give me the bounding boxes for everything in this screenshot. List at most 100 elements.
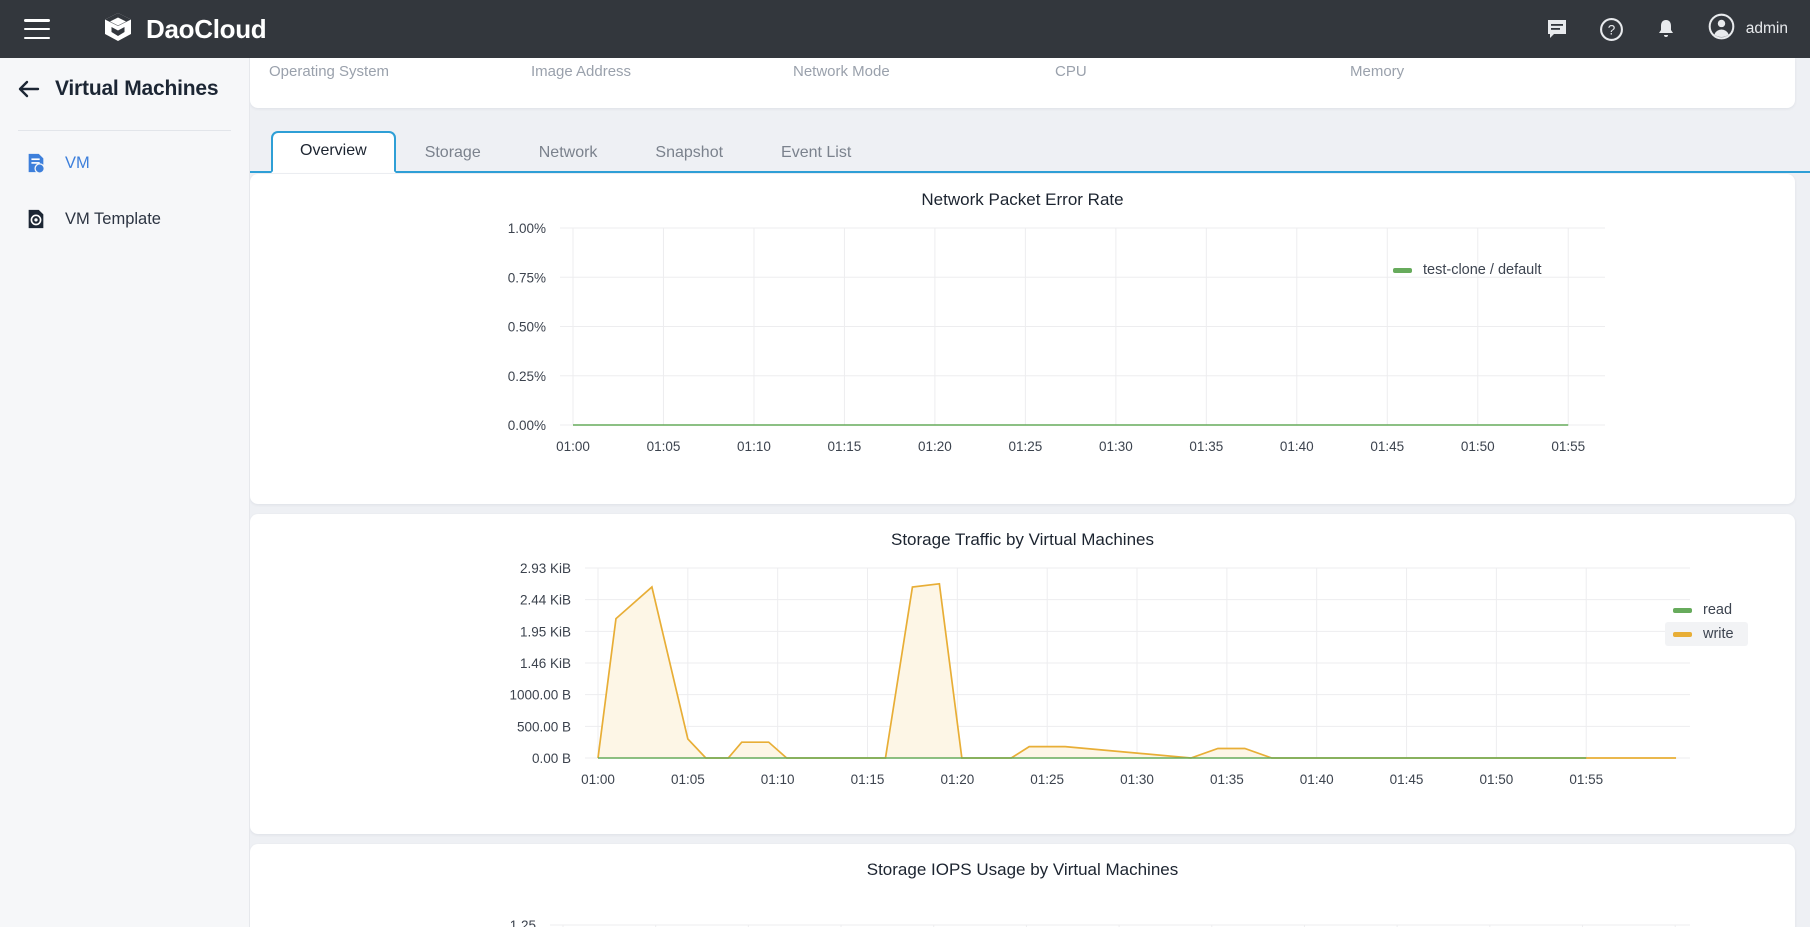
svg-text:01:25: 01:25 [1030,772,1064,787]
svg-text:2.93 KiB: 2.93 KiB [520,561,571,576]
svg-text:500.00 B: 500.00 B [517,719,571,734]
svg-text:01:35: 01:35 [1189,439,1223,454]
legend-item-write[interactable]: write [1665,622,1748,646]
svg-text:01:45: 01:45 [1370,439,1404,454]
svg-text:0.00 B: 0.00 B [532,751,571,766]
svg-text:01:50: 01:50 [1479,772,1513,787]
hamburger-icon[interactable] [24,19,50,39]
svg-text:01:10: 01:10 [761,772,795,787]
svg-text:0.75%: 0.75% [508,270,546,285]
svg-text:1000.00 B: 1000.00 B [509,688,571,703]
svg-text:?: ? [1608,22,1616,37]
vm-info-card: Operating System Image Address Network M… [250,58,1795,108]
user-menu[interactable]: admin [1708,13,1788,45]
hamburger-bar [24,37,50,40]
svg-text:01:35: 01:35 [1210,772,1244,787]
svg-text:1.95 KiB: 1.95 KiB [520,624,571,639]
legend-swatch-icon [1393,268,1412,273]
info-label-cpu: CPU [1055,63,1350,80]
sidebar-item-label: VM Template [65,210,161,229]
info-label-memory: Memory [1350,63,1404,80]
svg-text:01:50: 01:50 [1461,439,1495,454]
top-bar: DaoCloud ? [0,0,1810,58]
legend-label: write [1703,626,1734,642]
legend-label: read [1703,602,1732,618]
info-label-operating-system: Operating System [269,63,531,80]
svg-text:1.00%: 1.00% [508,221,546,236]
brand-logo[interactable]: DaoCloud [101,10,266,49]
tabs-container: Overview Storage Network Snapshot Event … [250,129,1810,174]
tab-storage[interactable]: Storage [396,133,510,173]
sidebar-divider [18,130,231,131]
svg-text:2.44 KiB: 2.44 KiB [520,593,571,608]
info-label-image-address: Image Address [531,63,793,80]
info-label-network-mode: Network Mode [793,63,1055,80]
sidebar-item-vm-template[interactable]: VM Template [10,195,239,243]
tab-list: Overview Storage Network Snapshot Event … [250,129,1810,173]
chart-legend: test-clone / default [1385,258,1556,282]
svg-text:1.46 KiB: 1.46 KiB [520,656,571,671]
vm-template-icon [24,207,48,231]
vm-info-columns: Operating System Image Address Network M… [250,58,1795,80]
vm-icon [24,151,48,175]
legend-swatch-icon [1673,608,1692,613]
svg-text:01:55: 01:55 [1569,772,1603,787]
legend-item-test-clone[interactable]: test-clone / default [1385,258,1556,282]
hamburger-bar [24,28,50,31]
legend-swatch-icon [1673,632,1692,637]
svg-text:01:05: 01:05 [671,772,705,787]
tab-event-list[interactable]: Event List [752,133,880,173]
chart-plot-area: 0.00% 0.25% 0.50% 0.75% 1.00% 01:00 01:05 01:10… [250,210,1795,495]
hamburger-bar [24,19,50,22]
svg-text:01:20: 01:20 [940,772,974,787]
network-packet-error-rate-plot[interactable]: 0.00% 0.25% 0.50% 0.75% 1.00% 01:00 01:05 01:10… [250,210,1795,490]
svg-text:01:55: 01:55 [1551,439,1585,454]
svg-text:01:20: 01:20 [918,439,952,454]
svg-text:01:25: 01:25 [1008,439,1042,454]
back-arrow-icon[interactable] [16,76,42,102]
chart-title: Storage Traffic by Virtual Machines [250,514,1795,550]
avatar [1708,13,1735,45]
chart-card-storage-traffic: Storage Traffic by Virtual Machines 0.00… [250,514,1795,834]
chart-plot-area: 0.00 B 500.00 B 1000.00 B 1.46 KiB 1.95 KiB 2… [250,550,1795,825]
storage-traffic-plot[interactable]: 0.00 B 500.00 B 1000.00 B 1.46 KiB 1.95 KiB 2… [250,550,1795,820]
sidebar-item-label: VM [65,154,90,173]
message-icon[interactable] [1545,17,1569,41]
chart-title: Network Packet Error Rate [250,174,1795,210]
svg-text:01:40: 01:40 [1280,439,1314,454]
svg-text:01:40: 01:40 [1300,772,1334,787]
svg-text:01:10: 01:10 [737,439,771,454]
chart-title: Storage IOPS Usage by Virtual Machines [250,844,1795,880]
svg-text:01:30: 01:30 [1120,772,1154,787]
chart-card-network-packet-error-rate: Network Packet Error Rate 0.00% 0.25% 0.50… [250,174,1795,504]
svg-text:01:15: 01:15 [828,439,862,454]
top-bar-actions: ? admin [1545,13,1788,45]
user-name: admin [1746,20,1788,38]
brand-name: DaoCloud [146,14,266,45]
svg-text:01:30: 01:30 [1099,439,1133,454]
legend-item-read[interactable]: read [1665,598,1748,622]
chart-legend: read write [1665,598,1748,646]
svg-text:0.50%: 0.50% [508,320,546,335]
sidebar: Virtual Machines VM VM Template [0,58,250,927]
chart-plot-area: 1.25 [250,880,1795,927]
svg-text:01:15: 01:15 [851,772,885,787]
storage-iops-plot[interactable]: 1.25 [250,880,1795,927]
sidebar-item-vm[interactable]: VM [10,139,239,187]
svg-text:01:05: 01:05 [647,439,681,454]
daocloud-logo-icon [101,10,135,49]
svg-text:0.25%: 0.25% [508,369,546,384]
bell-icon[interactable] [1654,17,1678,41]
svg-text:01:45: 01:45 [1390,772,1424,787]
sidebar-back-header[interactable]: Virtual Machines [0,58,249,120]
tab-network[interactable]: Network [510,133,627,173]
main-content: Operating System Image Address Network M… [250,58,1810,927]
tab-snapshot[interactable]: Snapshot [626,133,752,173]
help-icon[interactable]: ? [1599,17,1624,42]
legend-label: test-clone / default [1423,262,1542,278]
tab-overview[interactable]: Overview [271,131,396,173]
chart-card-storage-iops: Storage IOPS Usage by Virtual Machines 1… [250,844,1795,927]
svg-text:0.00%: 0.00% [508,418,546,433]
svg-text:01:00: 01:00 [581,772,615,787]
svg-text:01:00: 01:00 [556,439,590,454]
